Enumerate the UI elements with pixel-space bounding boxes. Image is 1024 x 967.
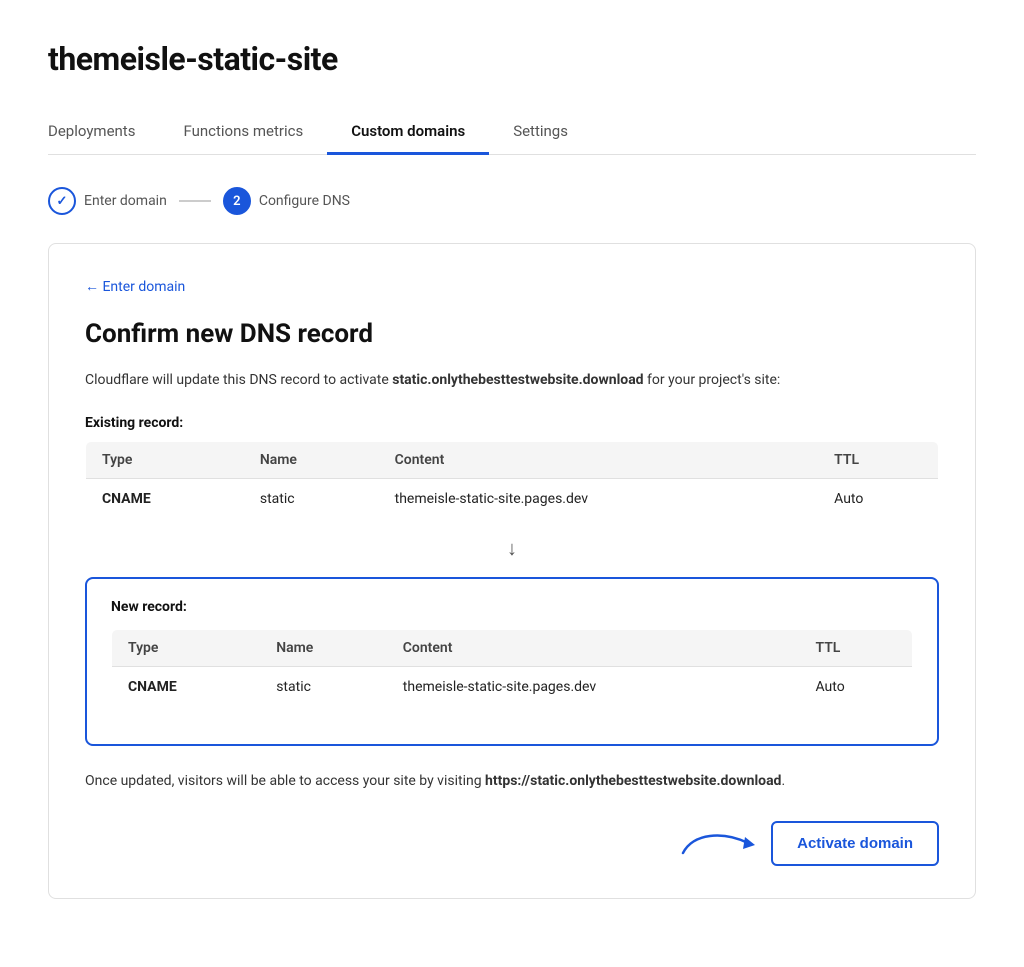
description-suffix: for your project's site:	[644, 372, 781, 388]
existing-type: CNAME	[86, 479, 244, 520]
page-title: themeisle-static-site	[48, 40, 976, 78]
confirm-description: Cloudflare will update this DNS record t…	[85, 369, 939, 391]
col-ttl-existing: TTL	[818, 442, 938, 479]
tab-navigation: Deployments Functions metrics Custom dom…	[48, 110, 976, 155]
col-content-new: Content	[387, 630, 800, 667]
step-1-label: Enter domain	[84, 193, 167, 209]
step-1-circle: ✓	[48, 187, 76, 215]
existing-record-table: Type Name Content TTL CNAME static theme…	[85, 441, 939, 520]
step-2-label: Configure DNS	[259, 193, 350, 209]
col-type-existing: Type	[86, 442, 244, 479]
tab-custom-domains[interactable]: Custom domains	[327, 110, 489, 155]
back-link[interactable]: ← Enter domain	[85, 278, 185, 295]
down-arrow-icon: ↓	[85, 536, 939, 561]
main-card: ← Enter domain Confirm new DNS record Cl…	[48, 243, 976, 899]
col-ttl-new: TTL	[799, 630, 912, 667]
tab-functions-metrics[interactable]: Functions metrics	[159, 110, 327, 155]
col-type-new: Type	[112, 630, 261, 667]
new-name: static	[260, 667, 387, 708]
curved-arrow-icon	[673, 823, 763, 863]
footer-text-suffix: .	[781, 773, 785, 789]
step-connector	[179, 200, 211, 202]
step-1: ✓ Enter domain	[48, 187, 167, 215]
activate-domain-button[interactable]: Activate domain	[771, 821, 939, 866]
domain-bold: static.onlythebesttestwebsite.download	[392, 372, 643, 388]
new-record-label: New record:	[111, 599, 913, 615]
step-2: 2 Configure DNS	[223, 187, 350, 215]
footer-text-prefix: Once updated, visitors will be able to a…	[85, 773, 485, 789]
tab-settings[interactable]: Settings	[489, 110, 592, 155]
step-2-circle: 2	[223, 187, 251, 215]
footer-text: Once updated, visitors will be able to a…	[85, 770, 939, 792]
new-record-table: Type Name Content TTL CNAME static theme…	[111, 629, 913, 708]
confirm-title: Confirm new DNS record	[85, 319, 939, 349]
new-record-row: CNAME static themeisle-static-site.pages…	[112, 667, 913, 708]
description-prefix: Cloudflare will update this DNS record t…	[85, 372, 392, 388]
new-type: CNAME	[112, 667, 261, 708]
stepper: ✓ Enter domain 2 Configure DNS	[48, 187, 976, 215]
activate-row: Activate domain	[85, 821, 939, 866]
existing-record-label: Existing record:	[85, 415, 939, 431]
existing-record-row: CNAME static themeisle-static-site.pages…	[86, 479, 939, 520]
new-content: themeisle-static-site.pages.dev	[387, 667, 800, 708]
col-name-existing: Name	[244, 442, 379, 479]
col-name-new: Name	[260, 630, 387, 667]
footer-url: https://static.onlythebesttestwebsite.do…	[485, 773, 781, 789]
existing-content: themeisle-static-site.pages.dev	[379, 479, 819, 520]
tab-deployments[interactable]: Deployments	[48, 110, 159, 155]
col-content-existing: Content	[379, 442, 819, 479]
existing-name: static	[244, 479, 379, 520]
existing-ttl: Auto	[818, 479, 938, 520]
new-ttl: Auto	[799, 667, 912, 708]
new-record-box: New record: Type Name Content TTL CNAME …	[85, 577, 939, 746]
